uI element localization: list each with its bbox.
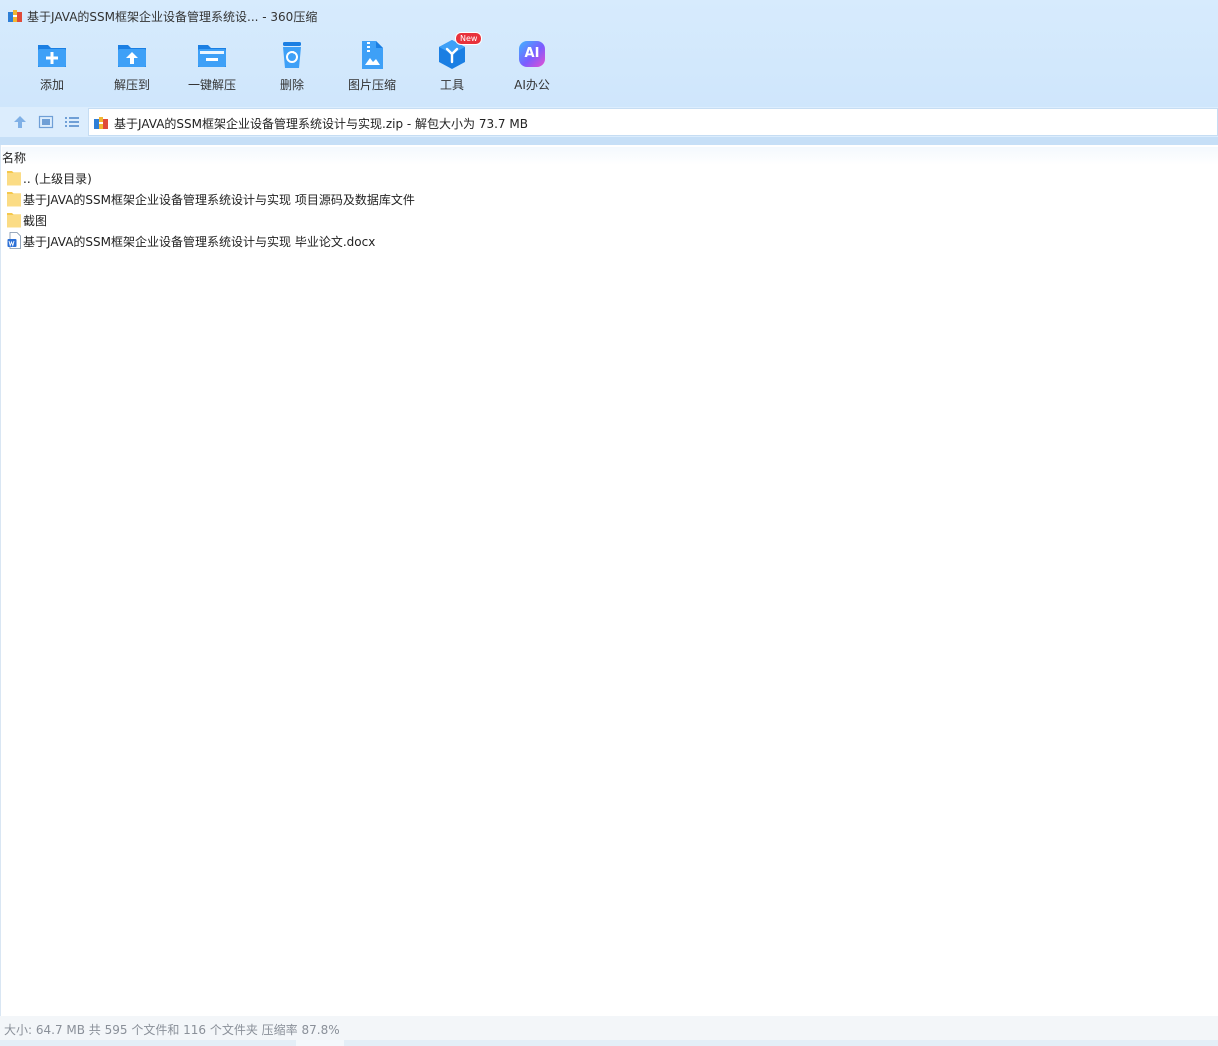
word-document-icon	[7, 232, 21, 249]
address-bar[interactable]: 基于JAVA的SSM框架企业设备管理系统设计与实现.zip - 解包大小为 73…	[88, 108, 1218, 136]
scrollbar-thumb[interactable]	[296, 1040, 344, 1046]
ai-office-button[interactable]: AI AI办公	[492, 38, 572, 98]
one-click-extract-button[interactable]: 一键解压	[172, 38, 252, 98]
image-compress-label: 图片压缩	[347, 78, 396, 92]
extract-to-label: 解压到	[113, 78, 150, 92]
up-arrow-icon[interactable]	[12, 114, 28, 130]
list-item-name: 截图	[23, 214, 48, 228]
tools-button[interactable]: New 工具	[412, 32, 492, 98]
list-item-thesis-docx[interactable]: 基于JAVA的SSM框架企业设备管理系统设计与实现 毕业论文.docx	[5, 230, 605, 251]
window-title: 基于JAVA的SSM框架企业设备管理系统设... - 360压缩	[27, 10, 318, 24]
list-view-icon[interactable]	[64, 114, 80, 130]
status-text: 大小: 64.7 MB 共 595 个文件和 116 个文件夹 压缩率 87.8…	[4, 1023, 340, 1037]
one-click-extract-label: 一键解压	[187, 78, 236, 92]
extract-to-icon	[118, 45, 146, 67]
delete-button[interactable]: 删除	[252, 38, 332, 98]
address-path: 基于JAVA的SSM框架企业设备管理系统设计与实现.zip - 解包大小为 73…	[114, 117, 528, 131]
list-item-screenshots-folder[interactable]: 截图	[5, 209, 605, 230]
horizontal-scrollbar[interactable]	[0, 1040, 1218, 1046]
header-divider	[0, 137, 1218, 145]
ai-office-icon: AI	[519, 41, 545, 67]
archive-app-icon	[8, 10, 22, 22]
column-header-name[interactable]: 名称	[2, 147, 1218, 165]
ai-icon-text: AI	[524, 46, 540, 61]
column-name-label: 名称	[2, 151, 27, 165]
app-window: 基于JAVA的SSM框架企业设备管理系统设... - 360压缩 添加 解压到 …	[0, 0, 1218, 1046]
tools-label: 工具	[439, 78, 464, 92]
list-item-source-folder[interactable]: 基于JAVA的SSM框架企业设备管理系统设计与实现 项目源码及数据库文件	[5, 188, 605, 209]
add-label: 添加	[39, 78, 64, 92]
address-row: 基于JAVA的SSM框架企业设备管理系统设计与实现.zip - 解包大小为 73…	[0, 107, 1218, 137]
list-item-name: .. (上级目录)	[23, 172, 92, 186]
list-item-name: 基于JAVA的SSM框架企业设备管理系统设计与实现 项目源码及数据库文件	[23, 193, 415, 207]
title-bar[interactable]: 基于JAVA的SSM框架企业设备管理系统设... - 360压缩	[0, 0, 1218, 32]
file-list: 名称 .. (上级目录) 基于JAVA的SSM框架企业设备管理系统设计与实现 项…	[0, 145, 1218, 1016]
list-item-name: 基于JAVA的SSM框架企业设备管理系统设计与实现 毕业论文.docx	[23, 235, 376, 249]
folder-icon	[7, 192, 21, 207]
folder-icon	[7, 213, 21, 228]
ai-office-label: AI办公	[514, 78, 550, 92]
zip-file-icon	[94, 117, 108, 129]
new-badge: New	[455, 32, 483, 45]
folder-icon	[7, 171, 21, 186]
image-compress-icon	[362, 41, 383, 69]
add-icon	[38, 45, 66, 67]
status-bar: 大小: 64.7 MB 共 595 个文件和 116 个文件夹 压缩率 87.8…	[0, 1016, 1218, 1040]
delete-icon	[283, 42, 301, 68]
delete-label: 删除	[279, 78, 304, 92]
extract-to-button[interactable]: 解压到	[92, 38, 172, 98]
one-click-extract-icon	[198, 45, 226, 67]
add-button[interactable]: 添加	[12, 38, 92, 98]
header-area: 基于JAVA的SSM框架企业设备管理系统设... - 360压缩 添加 解压到 …	[0, 0, 1218, 107]
thumbnail-view-icon[interactable]	[38, 114, 54, 130]
list-item-parent-dir[interactable]: .. (上级目录)	[5, 167, 605, 188]
image-compress-button[interactable]: 图片压缩	[332, 38, 412, 98]
